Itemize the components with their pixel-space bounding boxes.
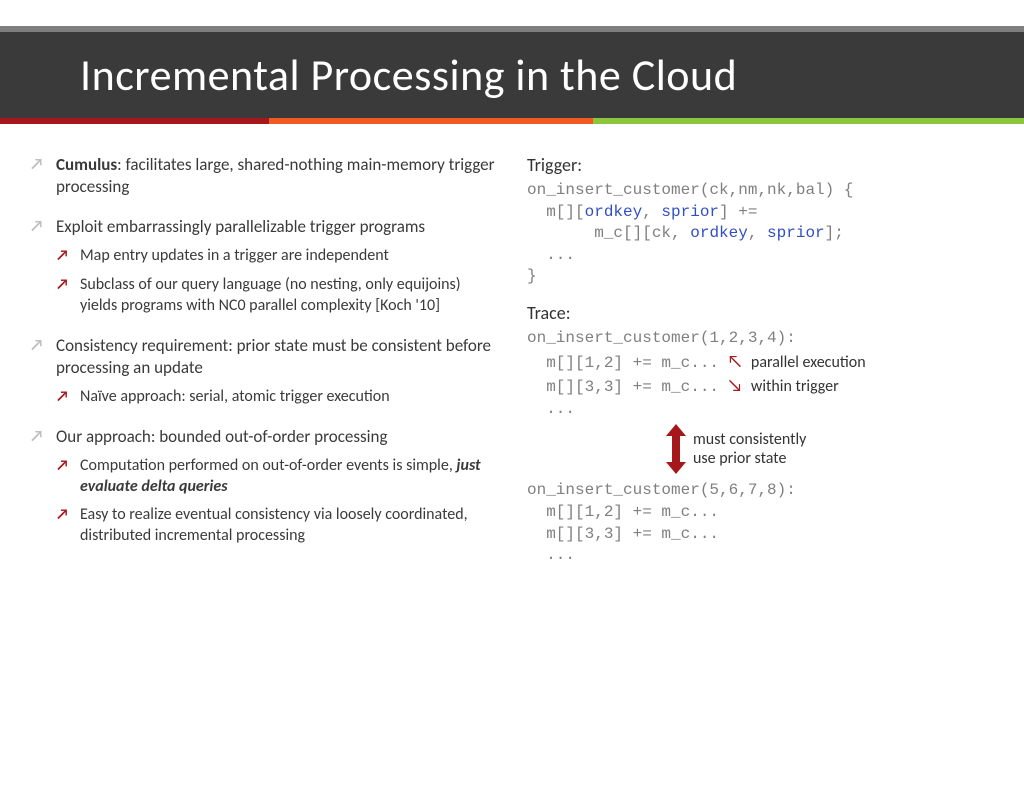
t2d: sprior [661, 203, 719, 221]
trace1-l1: m[][1,2] += m_c... [527, 353, 719, 375]
cumulus-label: Cumulus [56, 154, 117, 175]
sub-subclass: Subclass of our query language (no nesti… [56, 275, 497, 317]
trace2-l1: m[][1,2] += m_c... [527, 502, 994, 524]
t2b: ordkey [585, 203, 643, 221]
t3c: , [748, 224, 767, 242]
exploit-text: Exploit embarrassingly parallelizable tr… [56, 216, 425, 237]
trace1-l3: ... [527, 399, 994, 421]
trace1-call: on_insert_customer(1,2,3,4): [527, 328, 994, 350]
trace-heading: Trace: [527, 302, 994, 324]
t3a: m_c[][ck, [527, 224, 690, 242]
accent-red [0, 118, 269, 124]
annot-prior-1: must consistently [693, 430, 806, 449]
sub-exploit: Map entry updates in a trigger are indep… [56, 246, 497, 316]
swap-arrow-icon: ↖ [727, 350, 743, 372]
accent-orange [269, 118, 592, 124]
trigger-code-l1: on_insert_customer(ck,nm,nk,bal) { [527, 180, 994, 202]
sub-map-entry: Map entry updates in a trigger are indep… [56, 246, 497, 267]
bullet-consistency: Consistency requirement: prior state mus… [30, 335, 497, 408]
sub-eventual: Easy to realize eventual consistency via… [56, 505, 497, 547]
trigger-code-l4: ... [527, 245, 994, 267]
sub-approach: Computation performed on out-of-order ev… [56, 456, 497, 547]
title-bar: Incremental Processing in the Cloud [0, 32, 1024, 118]
accent-strip [0, 118, 1024, 124]
sub-computation: Computation performed on out-of-order ev… [56, 456, 497, 498]
annot-prior-2: use prior state [693, 449, 806, 468]
trigger-heading: Trigger: [527, 154, 994, 176]
computation-text: Computation performed on out-of-order ev… [80, 456, 456, 475]
t3e: ]; [825, 224, 844, 242]
t3b: ordkey [690, 224, 748, 242]
accent-green [593, 118, 1024, 124]
trigger-code-l5: } [527, 266, 994, 288]
left-column: Cumulus: facilitates large, shared-nothi… [30, 154, 497, 567]
annot-parallel-1: parallel execution [751, 353, 866, 372]
approach-text: Our approach: bounded out-of-order proce… [56, 426, 387, 447]
t2c: , [642, 203, 661, 221]
slide-title: Incremental Processing in the Cloud [80, 48, 980, 102]
trace1-l1-row: m[][1,2] += m_c... ↖ parallel execution [527, 350, 994, 375]
t2a: m[][ [527, 203, 585, 221]
content-area: Cumulus: facilitates large, shared-nothi… [0, 124, 1024, 567]
trigger-code-l3: m_c[][ck, ordkey, sprior]; [527, 223, 994, 245]
trace1-l2: m[][3,3] += m_c... [527, 377, 719, 399]
consistency-text: Consistency requirement: prior state mus… [56, 335, 491, 378]
prior-state-annotation: must consistently use prior state [667, 426, 994, 472]
bullet-list: Cumulus: facilitates large, shared-nothi… [30, 154, 497, 547]
trigger-code-l2: m[][ordkey, sprior] += [527, 202, 994, 224]
cumulus-desc: : facilitates large, shared-nothing main… [56, 154, 495, 197]
right-column: Trigger: on_insert_customer(ck,nm,nk,bal… [527, 154, 994, 567]
bullet-approach: Our approach: bounded out-of-order proce… [30, 426, 497, 547]
swap-arrow-icon-2: ↘ [727, 374, 743, 396]
trace2-call: on_insert_customer(5,6,7,8): [527, 480, 994, 502]
t3d: sprior [767, 224, 825, 242]
double-arrow-icon [667, 426, 685, 472]
trace2-l2: m[][3,3] += m_c... [527, 524, 994, 546]
sub-naive: Naïve approach: serial, atomic trigger e… [56, 387, 497, 408]
annot-parallel-2: within trigger [751, 377, 839, 396]
trace1-l2-row: m[][3,3] += m_c... ↘ within trigger [527, 374, 994, 399]
sub-consistency: Naïve approach: serial, atomic trigger e… [56, 387, 497, 408]
t2e: ] += [719, 203, 757, 221]
spacer [527, 288, 994, 302]
bullet-cumulus: Cumulus: facilitates large, shared-nothi… [30, 154, 497, 198]
bullet-exploit: Exploit embarrassingly parallelizable tr… [30, 216, 497, 316]
prior-state-text: must consistently use prior state [693, 430, 806, 468]
trace2-l3: ... [527, 545, 994, 567]
